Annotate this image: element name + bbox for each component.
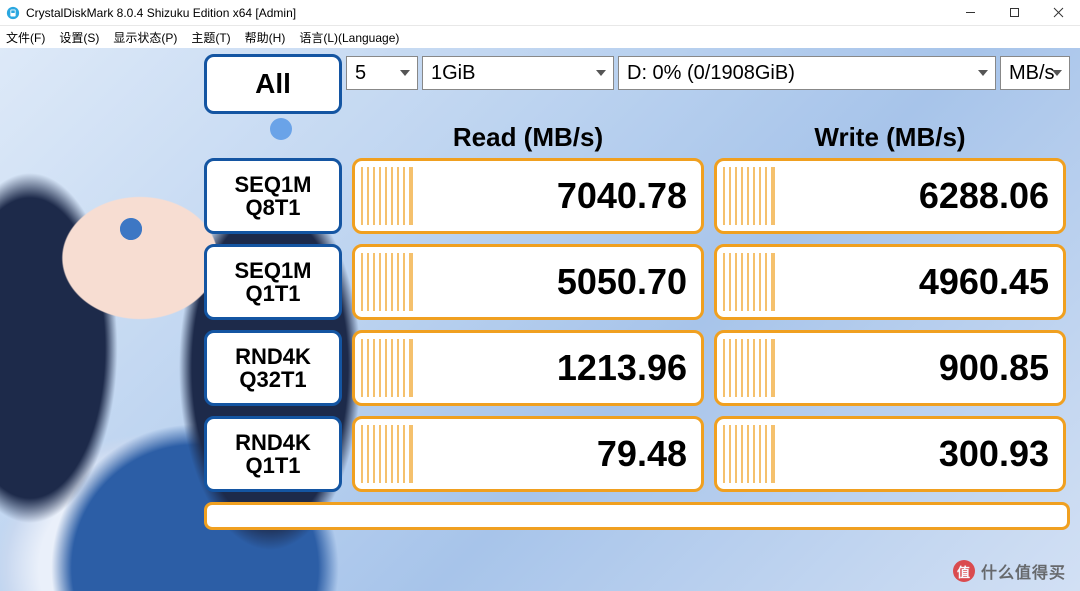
read-gauge: 7040.78: [352, 158, 704, 234]
gauge-scale: [723, 167, 775, 225]
write-value: 300.93: [939, 433, 1049, 475]
read-gauge: 5050.70: [352, 244, 704, 320]
menu-theme[interactable]: 主题(T): [191, 29, 230, 46]
loops-value: 5: [355, 62, 366, 85]
menu-settings[interactable]: 设置(S): [59, 29, 99, 46]
unit-value: MB/s: [1009, 62, 1055, 85]
close-icon: [1053, 7, 1064, 18]
write-gauge: 300.93: [714, 416, 1066, 492]
loops-select[interactable]: 5: [346, 56, 418, 90]
read-value: 1213.96: [557, 347, 687, 389]
menu-language[interactable]: 语言(L)(Language): [299, 29, 399, 46]
test-size-value: 1GiB: [431, 62, 475, 85]
column-header-write: Write (MB/s): [714, 122, 1066, 153]
gauge-scale: [361, 425, 413, 483]
result-row: RND4K Q1T1 79.48 300.93: [204, 416, 1070, 492]
window-maximize-button[interactable]: [992, 0, 1036, 25]
gauge-scale: [723, 339, 775, 397]
run-seq1m-q8t1-button[interactable]: SEQ1M Q8T1: [204, 158, 342, 234]
write-value: 6288.06: [919, 175, 1049, 217]
minimize-icon: [965, 7, 976, 18]
run-rnd4k-q32t1-button[interactable]: RND4K Q32T1: [204, 330, 342, 406]
result-row: RND4K Q32T1 1213.96 900.85: [204, 330, 1070, 406]
watermark-badge-icon: 值: [953, 560, 975, 582]
window-titlebar: CrystalDiskMark 8.0.4 Shizuku Edition x6…: [0, 0, 1080, 26]
gauge-scale: [723, 253, 775, 311]
gauge-scale: [361, 339, 413, 397]
run-seq1m-q1t1-button[interactable]: SEQ1M Q1T1: [204, 244, 342, 320]
menu-help[interactable]: 帮助(H): [245, 29, 286, 46]
maximize-icon: [1009, 7, 1020, 18]
run-rnd4k-q1t1-button[interactable]: RND4K Q1T1: [204, 416, 342, 492]
menu-status[interactable]: 显示状态(P): [113, 29, 177, 46]
gauge-scale: [361, 253, 413, 311]
result-row: SEQ1M Q8T1 7040.78 6288.06: [204, 158, 1070, 234]
gauge-scale: [723, 425, 775, 483]
write-gauge: 900.85: [714, 330, 1066, 406]
watermark-text: 什么值得买: [981, 559, 1066, 583]
test-label-line1: SEQ1M: [234, 259, 311, 282]
run-all-label: All: [255, 68, 291, 100]
test-label-line1: RND4K: [235, 345, 311, 368]
column-header-read: Read (MB/s): [352, 122, 704, 153]
menu-bar: 文件(F) 设置(S) 显示状态(P) 主题(T) 帮助(H) 语言(L)(La…: [0, 26, 1080, 48]
write-value: 900.85: [939, 347, 1049, 389]
window-close-button[interactable]: [1036, 0, 1080, 25]
read-value: 79.48: [597, 433, 687, 475]
test-size-select[interactable]: 1GiB: [422, 56, 614, 90]
read-value: 7040.78: [557, 175, 687, 217]
gauge-scale: [361, 167, 413, 225]
status-bar: [204, 502, 1070, 530]
results-grid: SEQ1M Q8T1 7040.78 6288.06 SEQ1M Q1T1 50…: [204, 158, 1070, 492]
test-label-line1: RND4K: [235, 431, 311, 454]
drive-select[interactable]: D: 0% (0/1908GiB): [618, 56, 996, 90]
result-row: SEQ1M Q1T1 5050.70 4960.45: [204, 244, 1070, 320]
window-title: CrystalDiskMark 8.0.4 Shizuku Edition x6…: [26, 6, 296, 20]
read-gauge: 79.48: [352, 416, 704, 492]
drive-value: D: 0% (0/1908GiB): [627, 62, 795, 85]
unit-select[interactable]: MB/s: [1000, 56, 1070, 90]
read-gauge: 1213.96: [352, 330, 704, 406]
write-value: 4960.45: [919, 261, 1049, 303]
window-minimize-button[interactable]: [948, 0, 992, 25]
watermark: 值 什么值得买: [953, 559, 1066, 583]
app-icon: [6, 6, 20, 20]
menu-file[interactable]: 文件(F): [6, 29, 45, 46]
write-gauge: 4960.45: [714, 244, 1066, 320]
test-label-line2: Q1T1: [245, 454, 300, 477]
test-label-line2: Q1T1: [245, 282, 300, 305]
test-label-line2: Q8T1: [245, 196, 300, 219]
read-value: 5050.70: [557, 261, 687, 303]
test-label-line1: SEQ1M: [234, 173, 311, 196]
run-all-button[interactable]: All: [204, 54, 342, 114]
test-label-line2: Q32T1: [239, 368, 306, 391]
write-gauge: 6288.06: [714, 158, 1066, 234]
